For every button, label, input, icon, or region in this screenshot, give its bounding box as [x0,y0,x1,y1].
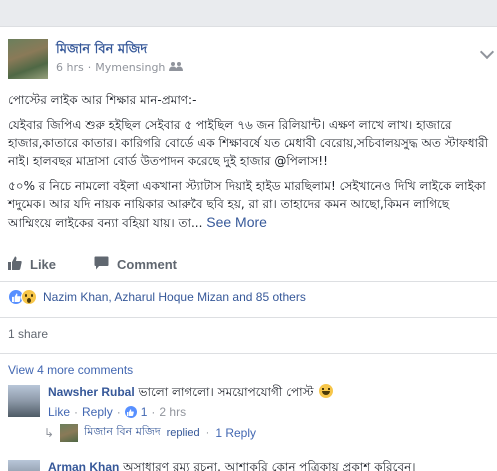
reply-arrow-icon: ↳ [44,425,55,440]
post-body: পোস্টের লাইক আর শিক্ষার মান-প্রমাণ:- যেই… [8,91,490,239]
replier-avatar [60,423,79,442]
post-meta: 6 hrs · Mymensingh [56,61,184,74]
post-header: মিজান বিন মজিদ 6 hrs · Mymensingh [8,37,495,81]
friends-icon [169,61,184,74]
smile-emoji-icon [319,384,334,398]
reaction-icons [8,289,37,305]
comment-text-line: Arman Khan অসাধারণ রম্য রচনা. আশাকরি কোন… [48,458,416,471]
divider [0,353,497,354]
post-paragraph: ৫০% র নিচে নামলো বইলা একখানা স্ট্যাটাস দ… [8,177,490,232]
meta-separator: · [74,405,79,419]
thumbs-up-icon [8,256,22,273]
post-time[interactable]: 6 hrs [56,61,84,74]
wow-reaction-icon [21,289,37,305]
commenter-name[interactable]: Nawsher Rubal [48,385,135,399]
post-heading: পোস্টের লাইক আর শিক্ষার মান-প্রমাণ:- [8,93,197,107]
view-more-comments-link[interactable]: View 4 more comments [8,363,133,377]
meta-separator: · [205,426,210,439]
reply-count[interactable]: 1 Reply [215,426,256,440]
comment-text-line: Nawsher Rubal ভালো লাগলো। সময়োপযোগী পোস… [48,383,334,401]
post-location[interactable]: Mymensingh [95,61,165,74]
author-name[interactable]: মিজান বিন মজিদ [56,40,147,61]
reply-summary[interactable]: ↳ মিজান বিন মজিদ replied · 1 Reply [44,423,256,442]
comment-likes-count[interactable]: 1 [141,405,148,419]
reactions-text: Nazim Khan, Azharul Hoque Mizan and 85 o… [43,290,306,304]
author-avatar[interactable] [8,39,48,79]
reactions-summary[interactable]: Nazim Khan, Azharul Hoque Mizan and 85 o… [8,289,306,305]
shares-count[interactable]: 1 share [8,327,48,341]
post-card: মিজান বিন মজিদ 6 hrs · Mymensingh পোস্টে… [0,26,497,471]
replier-name[interactable]: মিজান বিন মজিদ [84,423,161,442]
like-label: Like [30,256,57,272]
comment-reply-link[interactable]: Reply [82,405,113,419]
post-actions: Like Comment [8,253,488,275]
reply-action: replied [166,426,200,439]
comment-like-link[interactable]: Like [48,405,70,419]
see-more-link[interactable]: See More [206,214,267,230]
divider [0,317,497,318]
meta-separator: · [151,405,156,419]
commenter-avatar[interactable] [8,385,40,417]
meta-separator: · [87,61,92,74]
comment-text: অসাধারণ রম্য রচনা. আশাকরি কোন পত্রিকায় … [123,460,416,471]
like-button[interactable]: Like [8,253,56,275]
like-reaction-icon [124,406,137,418]
post-paragraph: যেইবার জিপিএ শুরু হইছিল সেইবার ৫ পাইছিল … [8,118,489,168]
meta-separator: · [116,405,121,419]
comment-button[interactable]: Comment [94,253,177,275]
divider [0,281,497,282]
comment-text: ভালো লাগলো। সময়োপযোগী পোস্ট [138,385,314,399]
comment-label: Comment [117,256,177,272]
comment-time[interactable]: 2 hrs [159,405,186,419]
comment-meta: Like · Reply · 1 · 2 hrs [48,405,186,419]
commenter-avatar[interactable] [8,460,40,471]
commenter-name[interactable]: Arman Khan [48,460,119,471]
speech-bubble-icon [94,256,109,273]
chevron-down-icon[interactable] [479,44,495,60]
